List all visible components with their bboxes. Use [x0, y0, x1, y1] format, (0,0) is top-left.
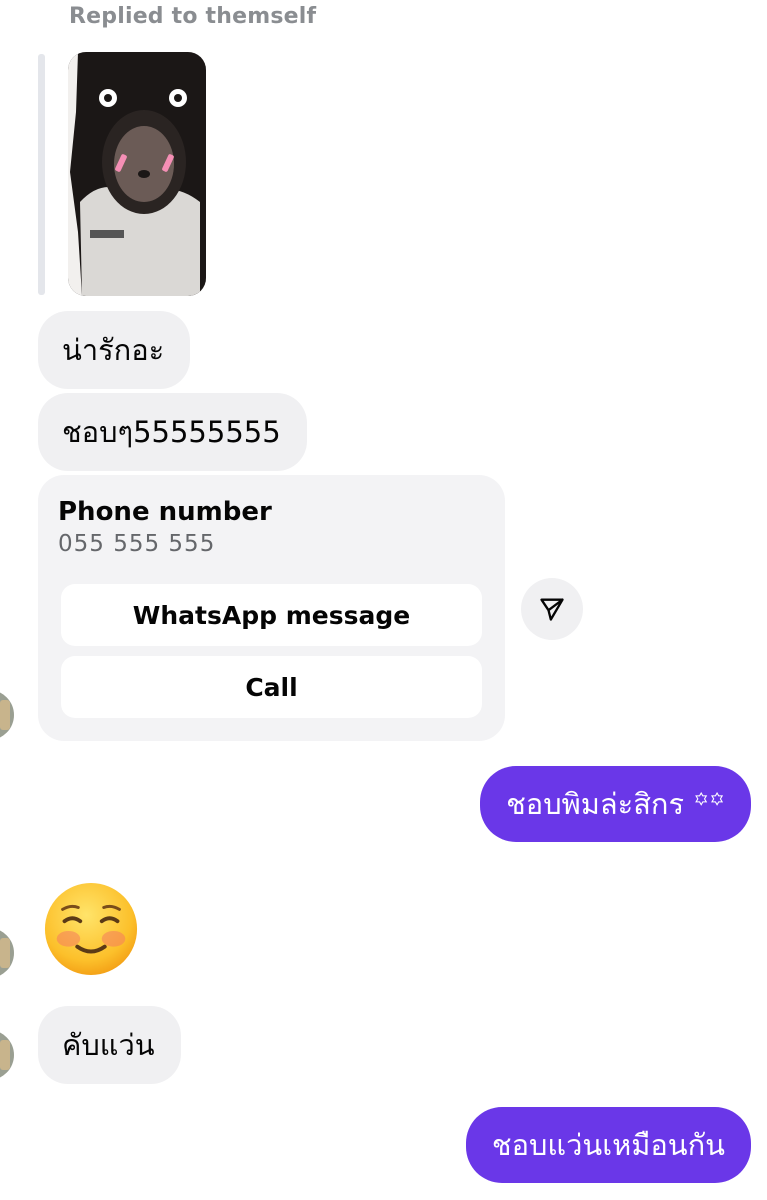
whatsapp-message-button[interactable]: WhatsApp message [61, 584, 482, 646]
contact-card-title: Phone number [58, 497, 272, 527]
avatar[interactable] [0, 928, 14, 978]
smiling-face-icon [44, 882, 138, 976]
reply-header: Replied to themself [69, 4, 317, 29]
avatar[interactable] [0, 1030, 14, 1080]
contact-card: Phone number 055 555 555 WhatsApp messag… [38, 475, 505, 741]
outgoing-message[interactable]: ชอบแว่นเหมือนกัน [465, 1107, 751, 1183]
reply-quote-bar [38, 54, 45, 295]
photo-thumbnail [68, 52, 206, 296]
forward-button[interactable] [521, 578, 583, 640]
incoming-message[interactable]: น่ารักอะ [38, 311, 191, 389]
avatar[interactable] [0, 690, 14, 740]
incoming-message[interactable]: ชอบๆ55555555 [38, 393, 307, 471]
incoming-message[interactable]: คับแว่น [38, 1006, 181, 1084]
replied-photo[interactable] [68, 52, 206, 296]
call-button[interactable]: Call [61, 656, 482, 718]
send-forward-icon [540, 598, 564, 621]
outgoing-message[interactable]: ชอบพิมล่ะสิกร ꙳꙳ [480, 766, 751, 842]
smiling-face-emoji[interactable] [42, 880, 140, 978]
contact-card-number: 055 555 555 [58, 531, 216, 557]
